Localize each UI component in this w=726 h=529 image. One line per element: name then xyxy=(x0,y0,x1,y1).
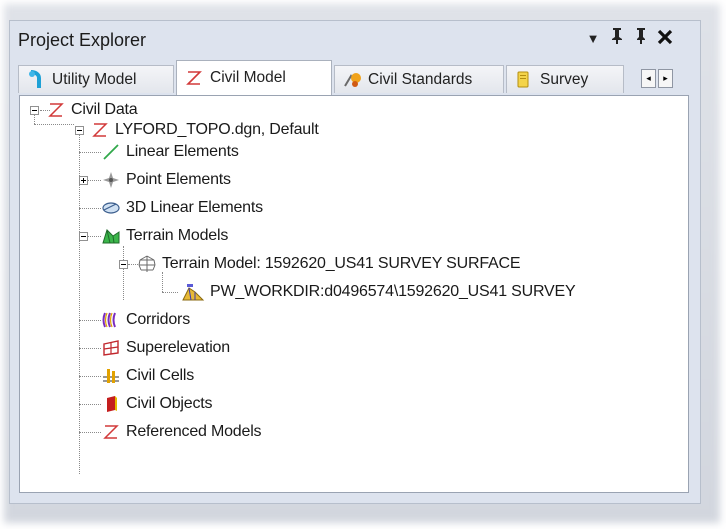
civil-data-icon xyxy=(46,100,66,120)
tree-item-civil-objects[interactable]: Civil Objects xyxy=(101,393,213,415)
tree-item-corridors[interactable]: Corridors xyxy=(101,309,190,331)
terrain-models-icon xyxy=(101,226,121,246)
tree-item-terrain-models[interactable]: Terrain Models xyxy=(101,225,228,247)
collapse-terrain-models-toggle[interactable] xyxy=(79,232,88,241)
civil-cells-icon xyxy=(101,366,121,386)
terrain-model-icon xyxy=(137,254,157,274)
panel-title: Project Explorer xyxy=(18,30,147,50)
collapse-terrain-model-toggle[interactable] xyxy=(119,260,128,269)
tree-item-3d-linear-elements[interactable]: 3D Linear Elements xyxy=(101,197,263,219)
expand-point-elements-toggle[interactable] xyxy=(79,176,88,185)
corridors-icon xyxy=(101,310,121,330)
tab-survey[interactable]: Survey xyxy=(506,65,624,93)
civil-model-tree: Civil Data LYFORD_TOPO.dgn, Default Line… xyxy=(19,95,689,493)
tab-scroll-right-button[interactable]: ▸ xyxy=(658,69,673,88)
superelevation-icon xyxy=(101,338,121,358)
survey-icon xyxy=(515,70,533,90)
tab-scroll-left-button[interactable]: ◂ xyxy=(641,69,656,88)
tree-connector xyxy=(79,432,101,433)
tab-civil-standards[interactable]: Civil Standards xyxy=(334,65,504,93)
tree-item-dgn-file[interactable]: LYFORD_TOPO.dgn, Default xyxy=(90,119,319,141)
utility-model-icon xyxy=(27,69,45,90)
tree-connector xyxy=(79,404,101,405)
civil-model-file-icon xyxy=(90,120,110,140)
tree-connector xyxy=(162,292,178,293)
tab-utility-model[interactable]: Utility Model xyxy=(18,65,174,93)
tree-item-point-elements[interactable]: Point Elements xyxy=(101,169,231,191)
civil-standards-icon xyxy=(343,70,361,90)
referenced-models-icon xyxy=(101,422,121,442)
collapse-civil-data-toggle[interactable] xyxy=(30,106,39,115)
tree-item-civil-cells[interactable]: Civil Cells xyxy=(101,365,194,387)
tree-connector xyxy=(123,246,124,300)
project-explorer-panel: Project Explorer ▼ Utility Model Civil M… xyxy=(9,20,701,504)
tree-connector xyxy=(34,124,74,125)
tree-connector xyxy=(79,208,101,209)
tree-connector xyxy=(79,348,101,349)
point-elements-icon xyxy=(101,170,121,190)
survey-source-icon xyxy=(181,282,205,302)
tree-item-terrain-model[interactable]: Terrain Model: 1592620_US41 SURVEY SURFA… xyxy=(137,253,521,275)
pin-icon[interactable] xyxy=(606,26,628,52)
autohide-pin-icon[interactable] xyxy=(630,26,652,52)
title-bar: Project Explorer ▼ xyxy=(10,21,700,59)
linear-elements-icon xyxy=(101,142,121,162)
tree-item-referenced-models[interactable]: Referenced Models xyxy=(101,421,262,443)
civil-model-icon xyxy=(185,68,203,88)
close-icon[interactable] xyxy=(654,26,676,52)
tree-item-superelevation[interactable]: Superelevation xyxy=(101,337,230,359)
tree-connector xyxy=(79,376,101,377)
collapse-file-toggle[interactable] xyxy=(75,126,84,135)
tab-civil-model[interactable]: Civil Model xyxy=(176,60,332,95)
civil-objects-icon xyxy=(101,394,121,414)
tree-item-civil-data[interactable]: Civil Data xyxy=(46,99,138,121)
3d-linear-elements-icon xyxy=(101,198,121,218)
tree-connector xyxy=(79,152,101,153)
tab-strip: Utility Model Civil Model Civil Standard… xyxy=(10,59,700,95)
tree-item-survey-source[interactable]: PW_WORKDIR:d0496574\1592620_US41 SURVEY xyxy=(181,281,576,303)
tree-connector xyxy=(162,272,163,292)
tree-item-linear-elements[interactable]: Linear Elements xyxy=(101,141,239,163)
dropdown-icon[interactable]: ▼ xyxy=(582,26,604,52)
tree-connector xyxy=(79,320,101,321)
